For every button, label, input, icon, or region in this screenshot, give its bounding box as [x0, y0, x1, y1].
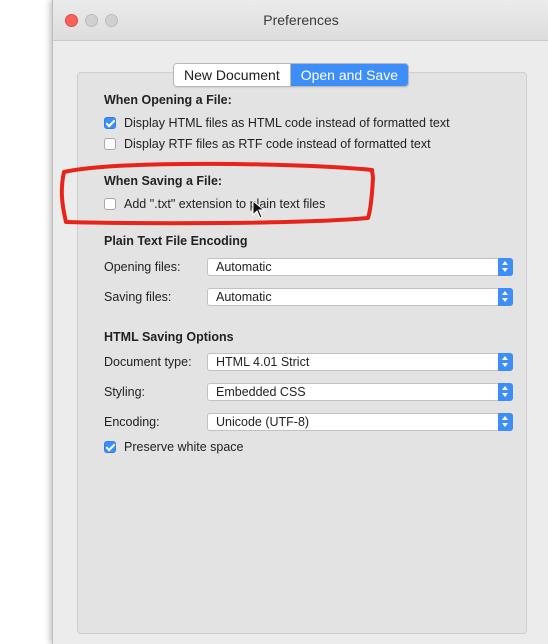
encoding-section-title: Plain Text File Encoding: [104, 234, 248, 248]
html-encoding-value: Unicode (UTF-8): [216, 415, 310, 429]
opening-section-title: When Opening a File:: [104, 93, 232, 107]
html-encoding-label: Encoding:: [104, 415, 160, 429]
mouse-pointer-icon: [252, 200, 266, 219]
html-saving-section-title: HTML Saving Options: [104, 330, 234, 344]
saving-files-popup[interactable]: Automatic: [207, 288, 513, 306]
display-rtf-label: Display RTF files as RTF code instead of…: [124, 137, 431, 151]
display-html-option[interactable]: Display HTML files as HTML code instead …: [104, 116, 450, 130]
popup-stepper-icon: [498, 383, 513, 401]
styling-popup[interactable]: Embedded CSS: [207, 383, 513, 401]
display-html-checkbox[interactable]: [104, 117, 116, 129]
display-html-label: Display HTML files as HTML code instead …: [124, 116, 450, 130]
add-txt-extension-label: Add ".txt" extension to plain text files: [124, 197, 326, 211]
tab-new-document[interactable]: New Document: [174, 64, 290, 86]
opening-files-popup[interactable]: Automatic: [207, 258, 513, 276]
popup-stepper-icon: [498, 353, 513, 371]
window-title: Preferences: [263, 12, 339, 28]
tab-open-and-save[interactable]: Open and Save: [289, 64, 408, 86]
preserve-white-space-option[interactable]: Preserve white space: [104, 440, 244, 454]
display-rtf-checkbox[interactable]: [104, 138, 116, 150]
document-type-popup[interactable]: HTML 4.01 Strict: [207, 353, 513, 371]
preserve-white-space-label: Preserve white space: [124, 440, 244, 454]
styling-label: Styling:: [104, 385, 145, 399]
add-txt-extension-option[interactable]: Add ".txt" extension to plain text files: [104, 197, 325, 211]
preferences-window: Preferences New Document Open and Save W…: [52, 0, 548, 644]
saving-files-value: Automatic: [216, 290, 272, 304]
preferences-tabs: New Document Open and Save: [173, 63, 409, 87]
document-type-label: Document type:: [104, 355, 192, 369]
display-rtf-option[interactable]: Display RTF files as RTF code instead of…: [104, 137, 431, 151]
styling-value: Embedded CSS: [216, 385, 306, 399]
popup-stepper-icon: [498, 413, 513, 431]
popup-stepper-icon: [498, 288, 513, 306]
opening-files-label: Opening files:: [104, 260, 181, 274]
document-type-value: HTML 4.01 Strict: [216, 355, 310, 369]
preserve-white-space-checkbox[interactable]: [104, 441, 116, 453]
popup-stepper-icon: [498, 258, 513, 276]
title-bar: Preferences: [53, 0, 548, 41]
opening-files-value: Automatic: [216, 260, 272, 274]
add-txt-extension-checkbox[interactable]: [104, 198, 116, 210]
saving-files-label: Saving files:: [104, 290, 172, 304]
saving-section-title: When Saving a File:: [104, 174, 223, 188]
html-encoding-popup[interactable]: Unicode (UTF-8): [207, 413, 513, 431]
